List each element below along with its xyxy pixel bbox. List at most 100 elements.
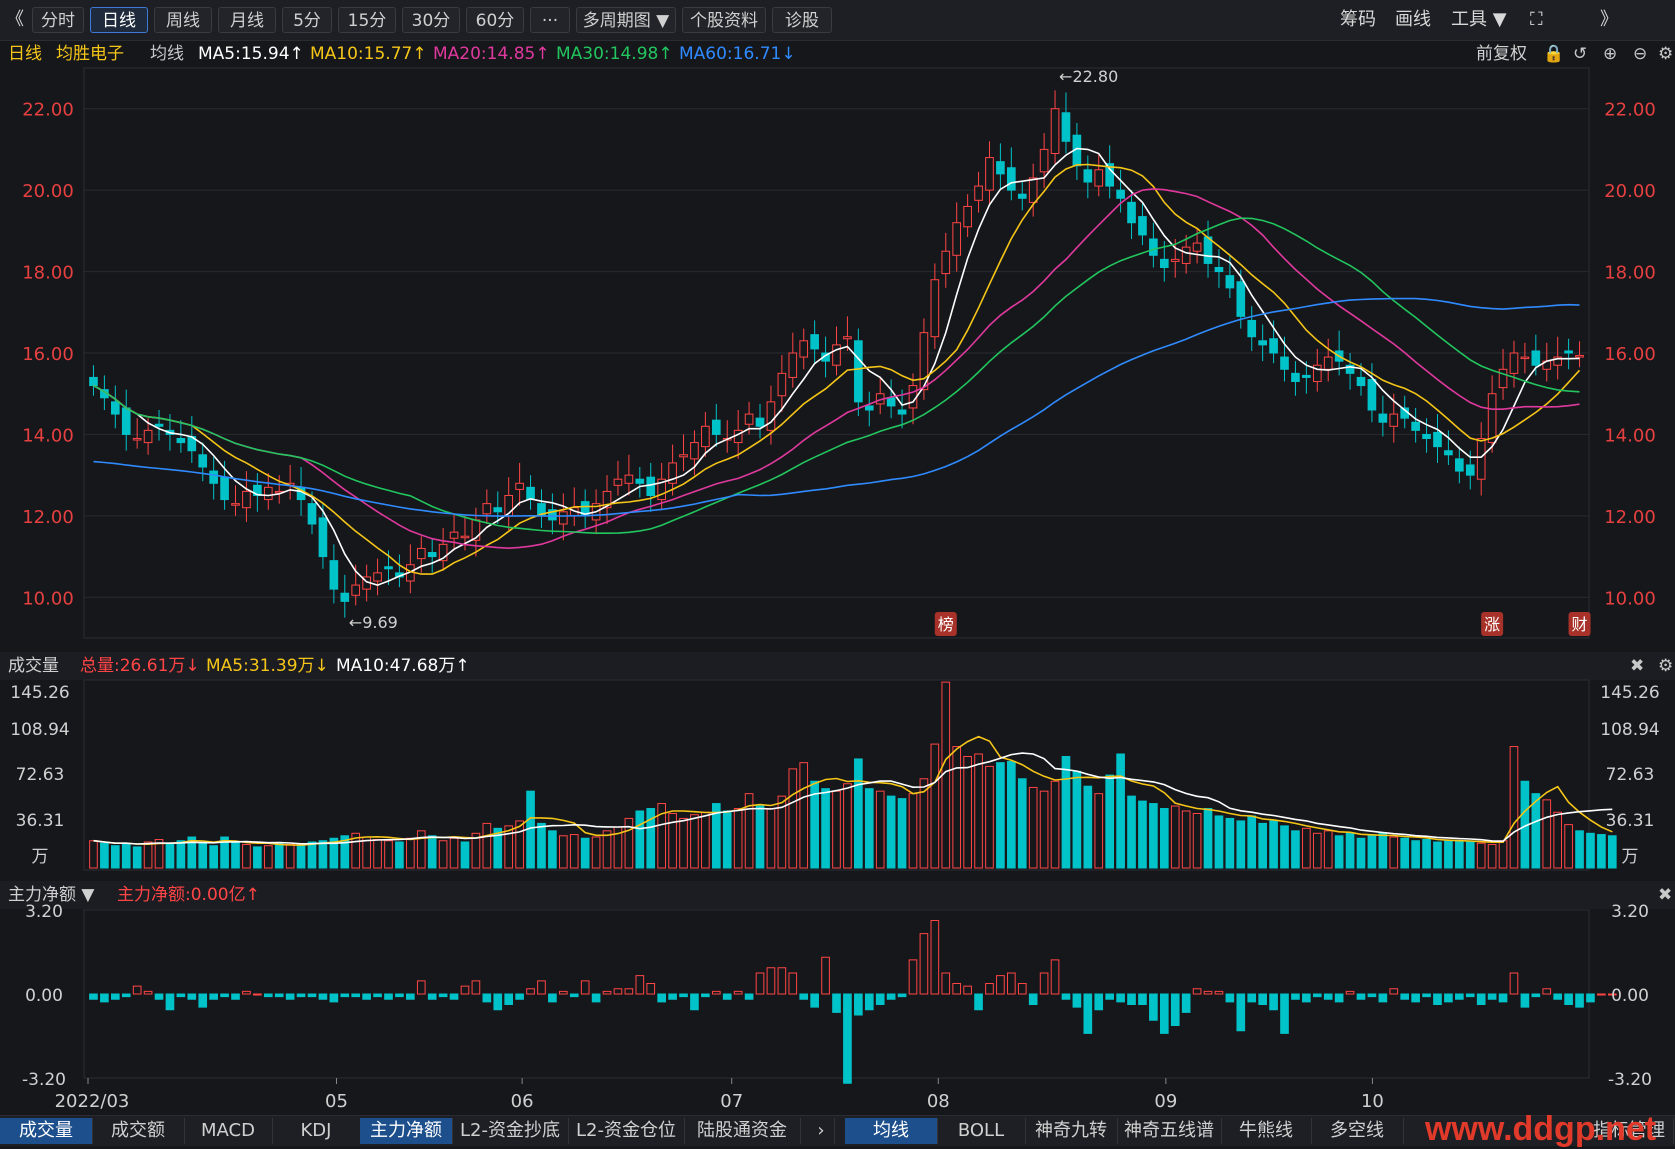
overlay-tab-2[interactable]: 神奇九转 bbox=[1025, 1118, 1118, 1144]
volume-bar bbox=[1203, 808, 1213, 869]
volume-bar bbox=[1356, 837, 1366, 869]
volume-bar bbox=[1149, 803, 1158, 869]
volume-bar bbox=[526, 790, 535, 869]
flow-panel-frame bbox=[83, 909, 1590, 1079]
indicator-tab-5[interactable]: L2-资金抄底 bbox=[452, 1118, 569, 1144]
volume-bar bbox=[274, 842, 284, 869]
flow-indicator-menu[interactable]: 主力净额 ▼ bbox=[8, 881, 94, 909]
candle-body bbox=[220, 476, 229, 501]
candle-body bbox=[1061, 112, 1071, 142]
close-icon[interactable]: ✖ bbox=[1658, 881, 1672, 909]
draw-line-button[interactable]: 画线 bbox=[1395, 7, 1431, 33]
indicator-tab-7[interactable]: 陆股通资金 bbox=[684, 1118, 801, 1144]
zoom-in-icon[interactable]: ⊕ bbox=[1603, 40, 1617, 68]
overlay-tab-1[interactable]: BOLL bbox=[937, 1118, 1026, 1144]
flow-bar bbox=[1017, 983, 1027, 995]
candle-body bbox=[187, 435, 197, 452]
volume-bar bbox=[733, 808, 743, 869]
flow-bar bbox=[263, 993, 273, 998]
volume-bar bbox=[504, 825, 514, 869]
tab-0[interactable]: 分时 bbox=[32, 7, 84, 33]
candle-body bbox=[438, 543, 448, 562]
candle-body bbox=[504, 495, 514, 517]
candle-body bbox=[515, 482, 524, 490]
volume-bar bbox=[864, 788, 874, 869]
stock-name[interactable]: 均胜电子 bbox=[56, 40, 124, 68]
flow-bar bbox=[1269, 993, 1278, 1011]
overlay-tab-3[interactable]: 神奇五线谱 bbox=[1117, 1118, 1222, 1144]
undo-icon[interactable]: ↺ bbox=[1573, 40, 1587, 68]
volume-bar bbox=[1258, 822, 1267, 869]
lock-icon[interactable]: 🔒 bbox=[1543, 40, 1564, 68]
tab-9[interactable]: 多周期图 ▼ bbox=[576, 7, 676, 33]
tab-8[interactable]: ··· bbox=[530, 7, 570, 33]
adjust-mode[interactable]: 前复权 bbox=[1476, 40, 1527, 68]
indicator-tab-2[interactable]: MACD bbox=[184, 1118, 273, 1144]
settings-icon[interactable]: ⚙ bbox=[1658, 652, 1673, 680]
ma10-line bbox=[93, 163, 1581, 575]
tab-4[interactable]: 5分 bbox=[282, 7, 332, 33]
tab-1[interactable]: 日线 bbox=[90, 7, 148, 33]
candle-body bbox=[526, 486, 535, 501]
flow-bar bbox=[1181, 993, 1191, 1013]
volume-bar bbox=[843, 783, 852, 869]
tab-7[interactable]: 60分 bbox=[466, 7, 524, 33]
volume-bar bbox=[1465, 841, 1475, 869]
volume-bar bbox=[460, 841, 470, 869]
indicator-tab-3[interactable]: KDJ bbox=[272, 1118, 361, 1144]
tools-menu[interactable]: 工具 ▼ bbox=[1451, 7, 1507, 33]
chevron-right-icon[interactable]: › bbox=[808, 1118, 835, 1144]
volume-bar bbox=[679, 817, 688, 869]
overlay-tab-5[interactable]: 多空线 bbox=[1311, 1118, 1404, 1144]
ma-label[interactable]: 均线 bbox=[150, 40, 184, 68]
overlay-tab-4[interactable]: 牛熊线 bbox=[1221, 1118, 1312, 1144]
candle-body bbox=[1378, 413, 1388, 423]
volume-bar bbox=[591, 836, 601, 869]
volume-bar bbox=[318, 840, 328, 869]
volume-bar bbox=[777, 795, 787, 869]
indicator-tab-4[interactable]: 主力净额 bbox=[360, 1118, 453, 1144]
x-tick-label: 07 bbox=[720, 1091, 743, 1112]
close-icon[interactable]: ✖ bbox=[1630, 652, 1644, 680]
settings-icon[interactable]: ⚙ bbox=[1658, 40, 1673, 68]
tab-3[interactable]: 月线 bbox=[218, 7, 276, 33]
volume-bar bbox=[296, 845, 306, 869]
candle-body bbox=[1345, 364, 1355, 374]
forward-button[interactable]: 》 bbox=[1600, 7, 1618, 33]
volume-bar bbox=[810, 780, 819, 869]
flow-bar bbox=[897, 993, 907, 998]
indicator-tab-6[interactable]: L2-资金仓位 bbox=[568, 1118, 685, 1144]
fullscreen-icon[interactable]: ⛶ bbox=[1530, 7, 1543, 33]
candle-body bbox=[821, 352, 830, 362]
x-tick-label: 08 bbox=[927, 1091, 950, 1112]
chips-button[interactable]: 筹码 bbox=[1340, 7, 1376, 33]
flow-bar bbox=[733, 990, 743, 995]
back-button[interactable]: 《 bbox=[6, 7, 24, 33]
indicator-tab-0[interactable]: 成交量 bbox=[0, 1118, 93, 1144]
tab-11[interactable]: 诊股 bbox=[772, 7, 832, 33]
tab-2[interactable]: 周线 bbox=[154, 7, 212, 33]
candle-body bbox=[1433, 431, 1442, 448]
overlay-tab-0[interactable]: 均线 bbox=[845, 1118, 938, 1144]
volume-bar bbox=[1323, 830, 1333, 869]
chart-canvas[interactable]: 22.00 22.00 20.00 20.00 18.00 18.00 16.00 16.00… bbox=[0, 0, 1675, 1115]
flow-bar bbox=[242, 990, 251, 995]
volume-bar bbox=[242, 843, 251, 869]
volume-bar bbox=[1586, 832, 1595, 869]
volume-bar bbox=[351, 832, 361, 869]
volume-tick-left: 108.94 bbox=[10, 720, 69, 740]
candle-body bbox=[329, 560, 339, 590]
candle-body bbox=[263, 486, 273, 501]
tab-10[interactable]: 个股资料 bbox=[682, 7, 766, 33]
volume-label[interactable]: 成交量 bbox=[8, 652, 59, 680]
tab-6[interactable]: 30分 bbox=[402, 7, 460, 33]
volume-bar bbox=[110, 845, 120, 869]
tab-5[interactable]: 15分 bbox=[338, 7, 396, 33]
volume-bar bbox=[515, 820, 524, 869]
candle-body bbox=[1334, 350, 1344, 362]
indicator-tab-1[interactable]: 成交额 bbox=[92, 1118, 185, 1144]
watermark: www.ddgp.net bbox=[1425, 1110, 1657, 1148]
zoom-out-icon[interactable]: ⊖ bbox=[1633, 40, 1647, 68]
flow-bar bbox=[165, 993, 175, 1011]
flow-bar bbox=[318, 993, 328, 1000]
